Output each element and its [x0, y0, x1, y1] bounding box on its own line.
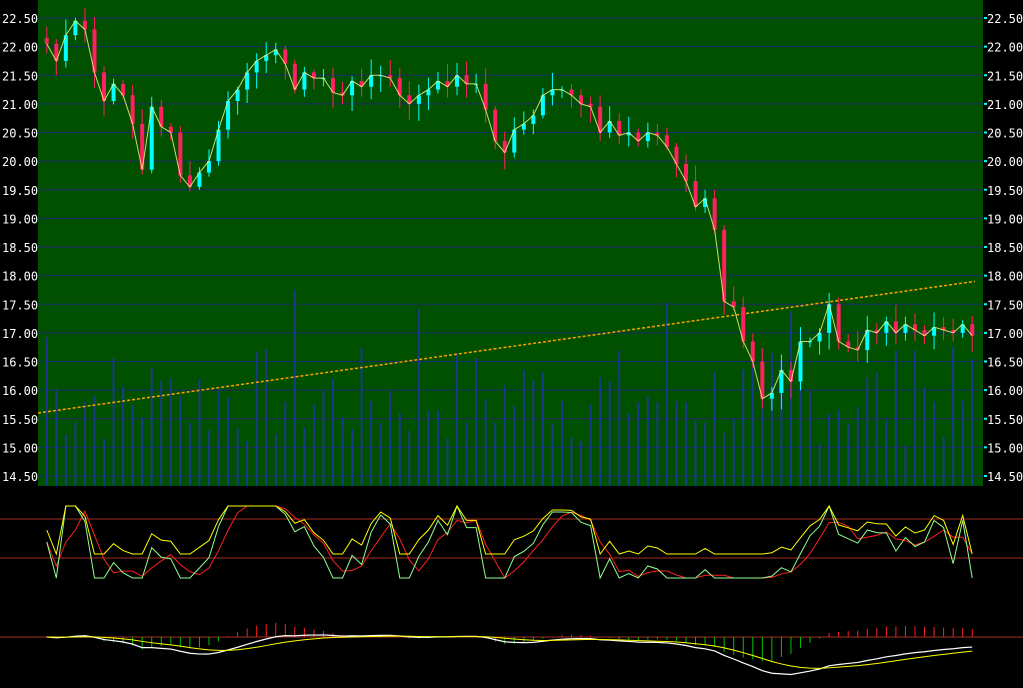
y-tick-label-right: 16.50 — [987, 356, 1023, 370]
y-tick-label-right: 18.00 — [987, 270, 1023, 284]
y-tick-label-left: 18.00 — [2, 270, 38, 284]
stock-chart-window: 14.50 14.50 15.00 15.00 15.50 15.50 16.00 16.00… — [0, 0, 1023, 688]
y-tick-label-left: 19.50 — [2, 184, 38, 198]
y-tick-label-right: 16.00 — [987, 384, 1023, 398]
y-tick-label-left: 16.00 — [2, 384, 38, 398]
y-tick-marker — [984, 246, 987, 248]
chart-canvas: 14.50 14.50 15.00 15.00 15.50 15.50 16.00 16.00… — [0, 0, 1023, 676]
y-tick-label-left: 21.00 — [2, 98, 38, 112]
macd-dif-line — [46, 634, 973, 676]
y-tick-marker — [984, 160, 987, 163]
y-tick-marker — [984, 188, 987, 191]
y-tick-marker — [984, 274, 987, 277]
y-tick-marker — [984, 417, 987, 420]
y-tick-label-right: 15.50 — [987, 413, 1023, 427]
y-tick-marker — [984, 331, 987, 334]
y-tick-label-right: 22.50 — [987, 12, 1023, 26]
y-tick-marker — [984, 360, 987, 363]
y-tick-label-left: 22.00 — [2, 41, 38, 55]
y-tick-marker — [984, 131, 987, 134]
y-tick-label-right: 22.00 — [987, 41, 1023, 55]
y-tick-label-right: 19.00 — [987, 212, 1023, 226]
y-tick-label-left: 22.50 — [2, 12, 38, 26]
y-tick-label-right: 17.50 — [987, 298, 1023, 312]
y-tick-label-right: 17.00 — [987, 327, 1023, 341]
y-tick-marker — [984, 389, 987, 392]
y-tick-marker — [984, 475, 987, 477]
y-tick-label-right: 19.50 — [987, 184, 1023, 198]
y-tick-label-left: 17.00 — [2, 327, 38, 341]
y-tick-label-right: 20.00 — [987, 155, 1023, 169]
y-tick-label-right: 20.50 — [987, 127, 1023, 141]
y-tick-label-left: 21.50 — [2, 69, 38, 83]
candle-body — [44, 38, 49, 44]
y-tick-marker — [984, 74, 987, 77]
y-tick-label-left: 16.50 — [2, 356, 38, 370]
y-tick-label-left: 15.00 — [2, 441, 38, 455]
y-tick-marker — [984, 45, 987, 48]
y-tick-label-right: 21.50 — [987, 69, 1023, 83]
y-tick-label-right: 15.00 — [987, 441, 1023, 455]
y-tick-label-left: 14.50 — [2, 470, 38, 484]
y-tick-marker — [984, 102, 987, 105]
y-tick-label-left: 20.50 — [2, 127, 38, 141]
y-tick-marker — [984, 446, 987, 449]
y-tick-label-right: 21.00 — [987, 98, 1023, 112]
y-tick-label-left: 17.50 — [2, 298, 38, 312]
y-tick-label-right: 14.50 — [987, 470, 1023, 484]
y-tick-marker — [984, 303, 987, 306]
y-tick-label-left: 19.00 — [2, 212, 38, 226]
y-tick-label-right: 18.50 — [987, 241, 1023, 255]
y-tick-marker — [984, 17, 987, 19]
y-tick-label-left: 20.00 — [2, 155, 38, 169]
oscillator-line — [46, 505, 973, 556]
y-tick-label-left: 18.50 — [2, 241, 38, 255]
oscillator-line — [46, 504, 973, 580]
y-tick-label-left: 15.50 — [2, 413, 38, 427]
y-tick-marker — [984, 217, 987, 220]
